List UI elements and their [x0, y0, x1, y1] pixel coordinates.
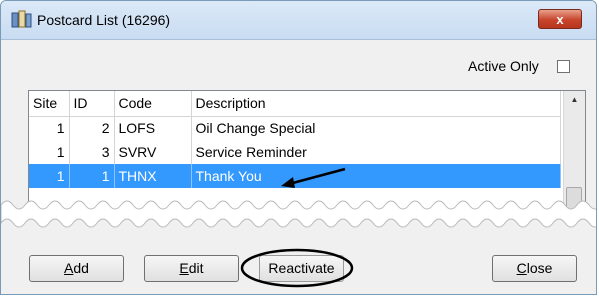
header-row: Site ID Code Description: [29, 91, 561, 117]
active-only-label: Active Only: [468, 58, 539, 74]
table-row[interactable]: 1 2 LOFS Oil Change Special: [29, 116, 561, 140]
close-button-hotkey: C: [516, 260, 527, 276]
scroll-thumb[interactable]: [566, 187, 582, 215]
add-button-hotkey: A: [64, 260, 74, 276]
add-button-label: dd: [73, 260, 89, 276]
cell-site: 1: [29, 140, 70, 164]
postcard-table: Site ID Code Description 1 2 LOFS Oil Ch…: [29, 91, 561, 188]
add-button[interactable]: Add: [29, 255, 124, 282]
active-only-checkbox[interactable]: [557, 60, 570, 73]
scroll-up-arrow-icon[interactable]: ▲: [564, 91, 585, 109]
postcard-list-window: Postcard List (16296) x Active Only Site…: [0, 0, 597, 295]
cell-id: 1: [69, 164, 115, 188]
title-bar[interactable]: Postcard List (16296) x: [1, 1, 596, 40]
column-header-description[interactable]: Description: [191, 91, 561, 117]
close-button[interactable]: Close: [492, 255, 577, 282]
postcard-app-icon: [11, 10, 32, 28]
vertical-scrollbar[interactable]: ▲: [563, 91, 585, 215]
reactivate-button-label: Reactivate: [268, 260, 335, 276]
cell-code: THNX: [114, 164, 192, 188]
column-header-id[interactable]: ID: [69, 91, 115, 117]
cell-code: LOFS: [114, 116, 192, 140]
table-row[interactable]: 1 3 SVRV Service Reminder: [29, 140, 561, 164]
close-window-button[interactable]: x: [538, 9, 582, 29]
cell-site: 1: [29, 116, 70, 140]
reactivate-button[interactable]: Reactivate: [259, 255, 344, 282]
edit-button-label: dit: [188, 260, 204, 276]
column-header-site[interactable]: Site: [29, 91, 70, 117]
cell-description: Service Reminder: [191, 140, 561, 164]
column-header-code[interactable]: Code: [114, 91, 192, 117]
cell-id: 2: [69, 116, 115, 140]
postcard-grid[interactable]: Site ID Code Description 1 2 LOFS Oil Ch…: [28, 90, 586, 216]
edit-button[interactable]: Edit: [144, 255, 239, 282]
cell-description: Thank You: [191, 164, 561, 188]
cell-site: 1: [29, 164, 70, 188]
cell-code: SVRV: [114, 140, 192, 164]
close-icon: x: [556, 12, 564, 27]
close-button-label: lose: [526, 260, 553, 276]
cell-description: Oil Change Special: [191, 116, 561, 140]
window-title: Postcard List (16296): [37, 12, 171, 28]
cell-id: 3: [69, 140, 115, 164]
edit-button-hotkey: E: [179, 260, 189, 276]
table-row-selected[interactable]: 1 1 THNX Thank You: [29, 164, 561, 188]
